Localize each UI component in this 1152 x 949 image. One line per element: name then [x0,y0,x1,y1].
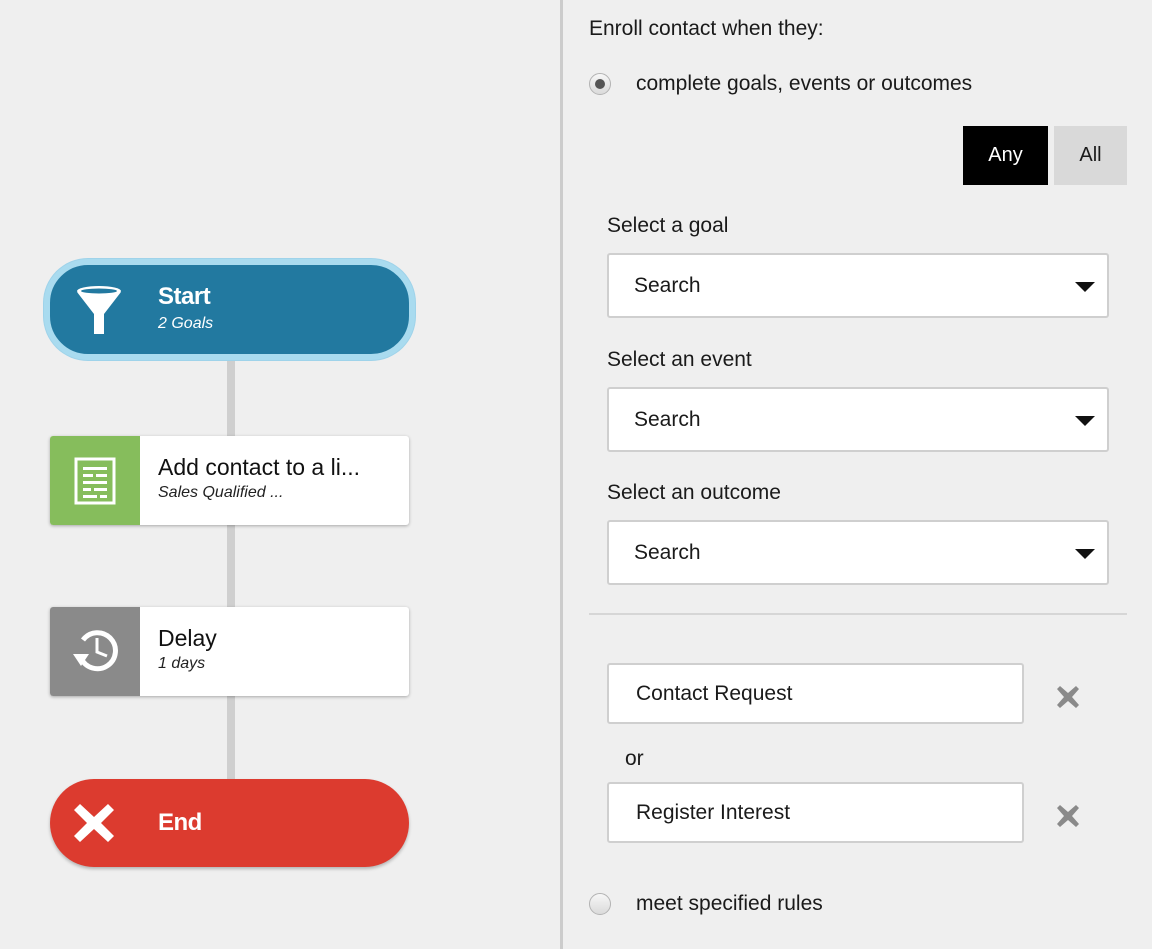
close-x-icon [70,801,118,845]
radio-rules-label: meet specified rules [636,892,823,915]
radio-button-unselected[interactable] [589,893,611,915]
connector-line [227,355,235,440]
selected-item-label: Contact Request [636,681,793,705]
enrollment-panel: Enroll contact when they: complete goals… [563,0,1152,949]
caret-down-icon [1075,416,1095,426]
clock-history-icon [50,607,140,696]
event-select-placeholder: Search [634,407,701,431]
connector-line [227,694,235,782]
radio-meet-specified-rules[interactable]: meet specified rules [589,892,823,916]
start-node-subtitle: 2 Goals [158,315,214,332]
remove-item-button[interactable] [1055,684,1081,710]
end-node[interactable]: End [50,779,409,867]
workflow-canvas: Start 2 Goals Add contact to a li... Sal… [0,0,560,949]
funnel-icon [68,281,130,339]
section-divider [589,613,1127,615]
delay-node-subtitle: 1 days [158,655,206,672]
match-any-button[interactable]: Any [963,126,1048,185]
outcome-select-label: Select an outcome [607,481,781,504]
radio-goals-label: complete goals, events or outcomes [636,72,973,95]
start-node-title: Start [158,283,211,310]
add-to-list-node-subtitle: Sales Qualified ... [158,484,284,501]
selected-item: Register Interest [607,782,1024,843]
start-node[interactable]: Start 2 Goals [44,259,415,360]
add-to-list-node[interactable]: Add contact to a li... Sales Qualified .… [50,436,409,525]
remove-x-icon [1057,805,1079,827]
goal-select[interactable]: Search [607,253,1109,318]
caret-down-icon [1075,282,1095,292]
connector-line [227,524,235,610]
outcome-select[interactable]: Search [607,520,1109,585]
end-node-title: End [158,809,202,836]
delay-node[interactable]: Delay 1 days [50,607,409,696]
add-to-list-node-title: Add contact to a li... [158,454,361,480]
remove-x-icon [1057,686,1079,708]
delay-node-title: Delay [158,625,217,651]
remove-item-button[interactable] [1055,803,1081,829]
radio-button-selected[interactable] [589,73,611,95]
outcome-select-placeholder: Search [634,540,701,564]
caret-down-icon [1075,549,1095,559]
goal-select-placeholder: Search [634,273,701,297]
event-select[interactable]: Search [607,387,1109,452]
event-select-label: Select an event [607,348,752,371]
list-document-icon [50,436,140,525]
selected-item: Contact Request [607,663,1024,724]
or-separator: or [625,747,644,770]
selected-item-label: Register Interest [636,800,791,824]
match-all-button[interactable]: All [1054,126,1127,185]
enroll-heading: Enroll contact when they: [589,17,824,40]
radio-goals-events-outcomes[interactable]: complete goals, events or outcomes [589,72,972,96]
goal-select-label: Select a goal [607,214,729,237]
